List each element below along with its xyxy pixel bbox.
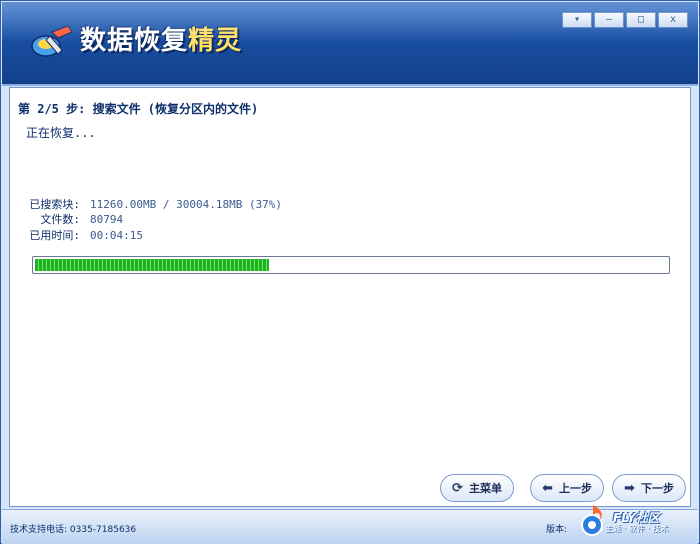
next-step-button[interactable]: ➡ 下一步: [612, 474, 686, 502]
arrow-left-icon: ⬅: [542, 480, 553, 496]
prev-step-label: 上一步: [558, 482, 592, 495]
file-count-label: 文件数:: [40, 213, 80, 226]
main-menu-button[interactable]: ⟳ 主菜单: [440, 474, 514, 502]
watermark-subtext: 主题 · 软件 · 技术: [605, 524, 669, 533]
status-text: 正在恢复...: [26, 126, 96, 140]
elapsed-time-value: 00:04:15: [90, 229, 143, 242]
window-minimize-button[interactable]: —: [594, 12, 624, 28]
version-label: 版本:: [546, 525, 568, 535]
app-window: 数据恢复精灵 ▾ — □ x 第 2/5 步: 搜索文件 (恢复分区内的文件) …: [0, 0, 700, 544]
app-header: 数据恢复精灵 ▾ — □ x: [2, 2, 698, 86]
prev-step-button[interactable]: ⬅ 上一步: [530, 474, 604, 502]
searched-blocks-label: 已搜索块:: [29, 198, 80, 211]
searched-blocks-row: 已搜索块: 11260.00MB / 30004.18MB (37%): [18, 196, 282, 212]
file-count-value: 80794: [90, 213, 124, 226]
window-menu-button[interactable]: ▾: [562, 12, 592, 28]
step-title: 第 2/5 步: 搜索文件 (恢复分区内的文件): [18, 102, 259, 116]
progress-fill: [35, 259, 269, 271]
window-maximize-button[interactable]: □: [626, 12, 656, 28]
window-close-button[interactable]: x: [658, 12, 688, 28]
recovery-progress-bar: [32, 256, 670, 274]
app-title-accent: 精灵: [188, 26, 243, 56]
app-logo-icon: [31, 25, 73, 57]
support-phone-text: 技术支持电话: 0335-7185636: [10, 525, 137, 535]
arrow-right-icon: ➡: [624, 480, 635, 496]
window-controls: ▾ — □ x: [562, 12, 688, 28]
next-step-label: 下一步: [640, 482, 674, 495]
elapsed-time-row: 已用时间: 00:04:15: [18, 227, 143, 243]
app-title: 数据恢复精灵: [80, 20, 242, 57]
main-menu-label: 主菜单: [468, 482, 502, 495]
elapsed-time-label: 已用时间:: [29, 229, 80, 242]
file-count-row: 文件数: 80794: [18, 211, 123, 227]
app-title-main: 数据恢复: [80, 26, 189, 56]
searched-blocks-value: 11260.00MB / 30004.18MB (37%): [90, 198, 283, 211]
main-panel: 第 2/5 步: 搜索文件 (恢复分区内的文件) 正在恢复... 已搜索块: 11…: [9, 87, 691, 507]
refresh-icon: ⟳: [452, 480, 463, 496]
